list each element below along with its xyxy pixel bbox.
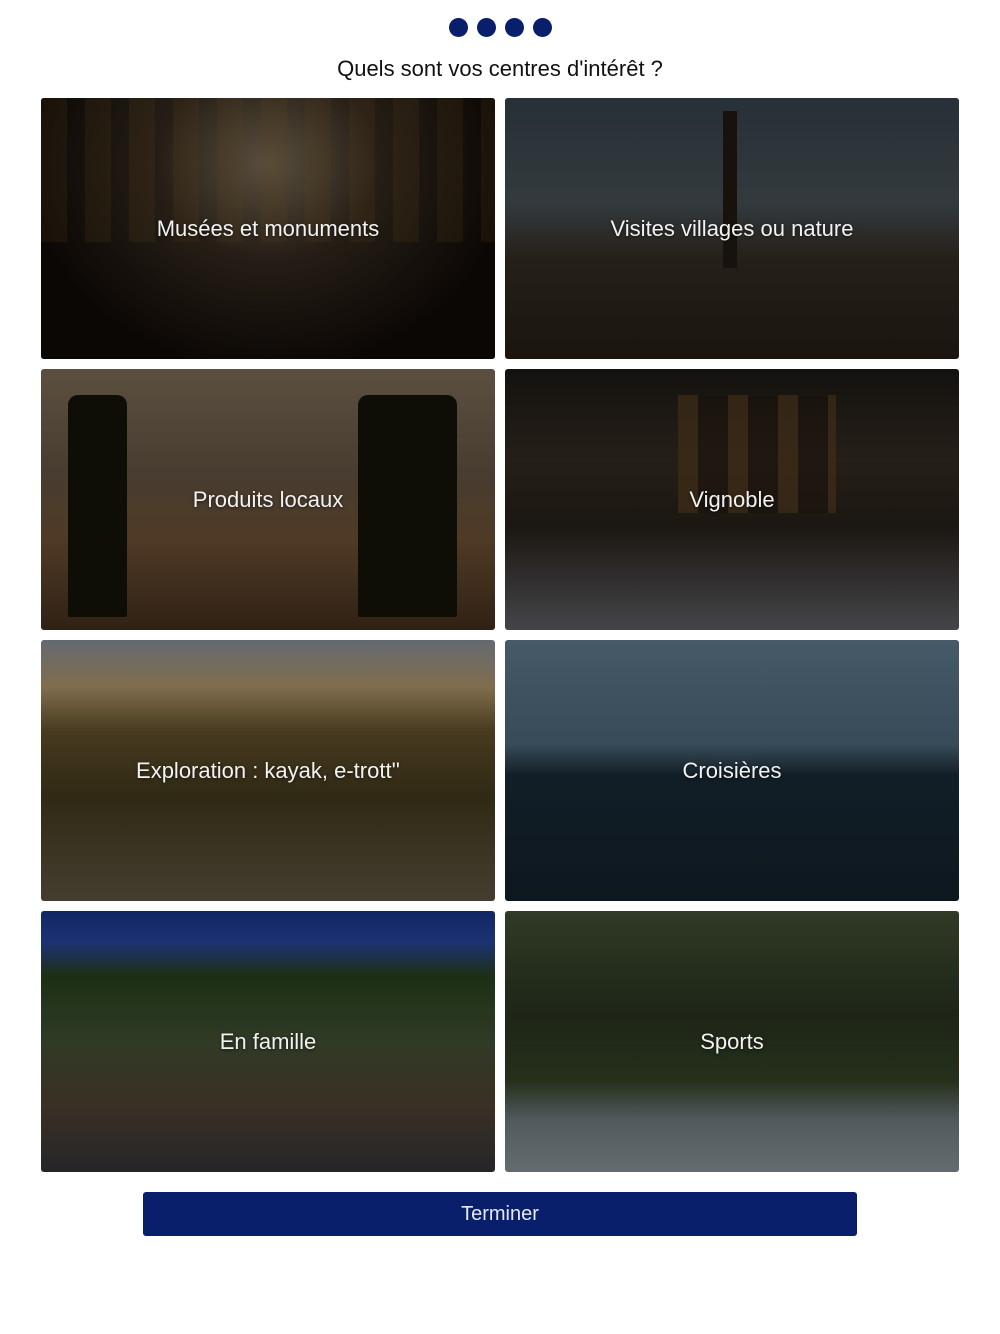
step-indicator (0, 18, 1000, 37)
interest-card-label: Produits locaux (192, 486, 344, 512)
interest-card-sports[interactable]: Sports (505, 911, 959, 1172)
interest-card-cruises[interactable]: Croisières (505, 640, 959, 901)
step-dot (476, 18, 496, 37)
interest-card-local-products[interactable]: Produits locaux (41, 369, 495, 630)
interest-card-label: En famille (219, 1028, 317, 1054)
interests-grid: Musées et monuments Visites villages ou … (41, 98, 959, 1172)
interest-card-vineyard[interactable]: Vignoble (505, 369, 959, 630)
interest-card-label: Visites villages ou nature (610, 215, 854, 241)
finish-button[interactable]: Terminer (143, 1192, 857, 1236)
step-dot (532, 18, 552, 37)
interest-card-label: Exploration : kayak, e-trott'' (136, 757, 400, 783)
interest-card-label: Sports (700, 1028, 764, 1054)
step-dot (448, 18, 468, 37)
interest-card-villages[interactable]: Visites villages ou nature (505, 98, 959, 359)
interest-card-exploration[interactable]: Exploration : kayak, e-trott'' (41, 640, 495, 901)
interest-card-label: Vignoble (689, 486, 775, 512)
interest-card-family[interactable]: En famille (41, 911, 495, 1172)
finish-button-container: Terminer (143, 1192, 857, 1236)
interests-onboarding-screen: Quels sont vos centres d'intérêt ? Musée… (0, 0, 1000, 1334)
interest-card-label: Musées et monuments (156, 215, 380, 241)
step-dot (504, 18, 524, 37)
interest-card-label: Croisières (682, 757, 782, 783)
interest-card-museums[interactable]: Musées et monuments (41, 98, 495, 359)
page-title: Quels sont vos centres d'intérêt ? (337, 56, 663, 81)
